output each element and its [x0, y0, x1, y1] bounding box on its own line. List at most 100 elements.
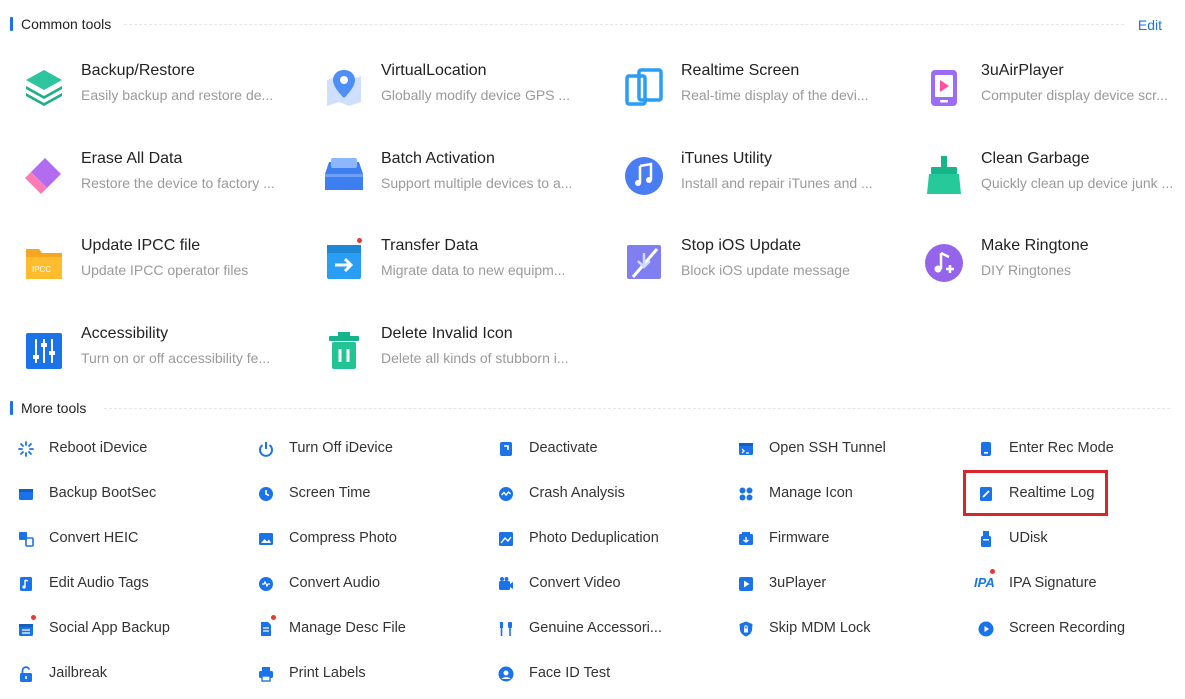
tool-name: iTunes Utility — [681, 150, 772, 167]
ipcc-folder-icon: IPCC — [26, 249, 62, 279]
more-tool-convert-audio[interactable]: Convert Audio — [250, 572, 470, 596]
tool-description: Computer display device scr... — [981, 87, 1168, 103]
tool-backup-restore[interactable]: Backup/Restore Easily backup and restore… — [13, 60, 303, 110]
more-tool-ipa-signature[interactable]: IPA IPA Signature — [970, 569, 1185, 596]
more-tool-convert-video[interactable]: Convert Video — [490, 572, 710, 596]
more-tool-photo-deduplication[interactable]: Photo Deduplication — [490, 527, 710, 551]
more-tool-jailbreak[interactable]: Jailbreak — [10, 662, 230, 686]
more-tool-crash-analysis[interactable]: Crash Analysis — [490, 482, 710, 506]
backup-bootsec-icon — [19, 489, 33, 500]
more-tool-convert-heic[interactable]: Convert HEIC — [10, 527, 230, 551]
more-tool-label: Screen Recording — [1009, 620, 1126, 636]
batch-activation-icon — [325, 158, 363, 190]
more-tool-label: Manage Icon — [769, 485, 853, 501]
tool-virtuallocation[interactable]: VirtualLocation Globally modify device G… — [313, 60, 603, 110]
more-tool-udisk[interactable]: UDisk — [970, 527, 1185, 551]
more-tool-label: UDisk — [1009, 530, 1048, 546]
tool-name: 3uAirPlayer — [981, 62, 1064, 79]
more-tool-label: Edit Audio Tags — [49, 575, 149, 591]
tool-make-ringtone[interactable]: Make Ringtone DIY Ringtones — [913, 235, 1185, 285]
tool-3uairplayer[interactable]: 3uAirPlayer Computer display device scr.… — [913, 60, 1185, 110]
airplayer-icon — [931, 70, 957, 106]
more-tool-label: Crash Analysis — [529, 485, 625, 501]
tool-description: Block iOS update message — [681, 262, 850, 278]
ipa-icon: IPA — [974, 575, 995, 590]
photo-dedup-icon — [499, 532, 513, 546]
more-tool-manage-icon[interactable]: Manage Icon — [730, 482, 950, 506]
highlight-box — [963, 470, 1108, 516]
more-tool-firmware[interactable]: Firmware — [730, 527, 950, 551]
more-tool-screen-time[interactable]: Screen Time — [250, 482, 470, 506]
more-tool-compress-photo[interactable]: Compress Photo — [250, 527, 470, 551]
more-tool-backup-bootsec[interactable]: Backup BootSec — [10, 482, 230, 506]
tool-name: Erase All Data — [81, 150, 183, 167]
tool-description: Quickly clean up device junk ... — [981, 175, 1174, 191]
face-id-icon — [498, 666, 514, 682]
tool-itunes-utility[interactable]: iTunes Utility Install and repair iTunes… — [613, 148, 903, 198]
crash-analysis-icon — [499, 487, 513, 501]
more-tool-label: Skip MDM Lock — [769, 620, 871, 636]
more-tool-edit-audio-tags[interactable]: Edit Audio Tags — [10, 572, 230, 596]
tool-name: Delete Invalid Icon — [381, 325, 513, 342]
more-tool-label: Deactivate — [529, 440, 598, 456]
tool-update-ipcc-file[interactable]: IPCC Update IPCC file Update IPCC operat… — [13, 235, 303, 285]
sliders-icon — [26, 333, 62, 369]
reboot-icon — [18, 441, 34, 457]
divider — [104, 408, 1170, 409]
more-tool-label: Compress Photo — [289, 530, 397, 546]
tool-erase-all-data[interactable]: Erase All Data Restore the device to fac… — [13, 148, 303, 198]
grid-icon — [739, 487, 753, 501]
more-tool-face-id-test[interactable]: Face ID Test — [490, 662, 710, 686]
phone-icon — [981, 442, 991, 456]
tool-realtime-screen[interactable]: Realtime Screen Real-time display of the… — [613, 60, 903, 110]
more-tool-turn-off-idevice[interactable]: Turn Off iDevice — [250, 437, 470, 461]
convert-heic-icon — [19, 532, 34, 547]
new-badge-dot — [357, 238, 362, 243]
broom-icon — [927, 156, 961, 194]
more-tool-reboot-idevice[interactable]: Reboot iDevice — [10, 437, 230, 461]
more-tool-label: Convert Video — [529, 575, 621, 591]
tool-description: Update IPCC operator files — [81, 262, 249, 278]
terminal-icon — [739, 443, 753, 455]
more-tool-skip-mdm-lock[interactable]: Skip MDM Lock — [730, 617, 950, 641]
ringtone-icon — [925, 244, 963, 282]
screen-mirror-icon — [625, 68, 663, 106]
video-icon — [499, 577, 513, 590]
printer-icon — [259, 667, 273, 682]
audio-tag-icon — [20, 577, 32, 591]
more-tool-enter-rec-mode[interactable]: Enter Rec Mode — [970, 437, 1185, 461]
location-pin-icon — [327, 70, 361, 106]
tool-description: Delete all kinds of stubborn i... — [381, 350, 569, 366]
svg-text:IPCC: IPCC — [32, 265, 51, 274]
tool-batch-activation[interactable]: Batch Activation Support multiple device… — [313, 148, 603, 198]
desc-file-icon — [261, 622, 271, 636]
convert-audio-icon — [259, 577, 273, 591]
play-icon — [739, 577, 753, 591]
tool-name: Transfer Data — [381, 237, 479, 254]
tool-accessibility[interactable]: Accessibility Turn on or off accessibili… — [13, 323, 303, 373]
more-tool-open-ssh-tunnel[interactable]: Open SSH Tunnel — [730, 437, 950, 461]
more-tool-label: Face ID Test — [529, 665, 611, 681]
tool-description: Globally modify device GPS ... — [381, 87, 571, 103]
tool-name: Batch Activation — [381, 150, 495, 167]
social-backup-icon — [19, 624, 33, 636]
tool-stop-ios-update[interactable]: Stop iOS Update Block iOS update message — [613, 235, 903, 285]
tool-description: Support multiple devices to a... — [381, 175, 573, 191]
more-tool-genuine-accessories[interactable]: Genuine Accessori... — [490, 617, 710, 641]
stop-update-icon — [627, 245, 661, 279]
more-tool-3uplayer[interactable]: 3uPlayer — [730, 572, 950, 596]
edit-button[interactable]: Edit — [1138, 17, 1162, 33]
music-note-icon — [625, 157, 663, 195]
more-tool-social-app-backup[interactable]: Social App Backup — [10, 615, 230, 641]
more-tool-label: 3uPlayer — [769, 575, 827, 591]
more-tool-deactivate[interactable]: Deactivate — [490, 437, 710, 461]
new-badge-dot — [271, 615, 276, 620]
tool-delete-invalid-icon[interactable]: Delete Invalid Icon Delete all kinds of … — [313, 323, 603, 373]
more-tool-manage-desc-file[interactable]: Manage Desc File — [250, 615, 470, 641]
tool-transfer-data[interactable]: Transfer Data Migrate data to new equipm… — [313, 235, 603, 285]
more-tool-label: Manage Desc File — [289, 620, 406, 636]
more-tool-print-labels[interactable]: Print Labels — [250, 662, 470, 686]
more-tool-label: Genuine Accessori... — [529, 620, 662, 636]
tool-clean-garbage[interactable]: Clean Garbage Quickly clean up device ju… — [913, 148, 1185, 198]
more-tool-screen-recording[interactable]: Screen Recording — [970, 617, 1185, 641]
